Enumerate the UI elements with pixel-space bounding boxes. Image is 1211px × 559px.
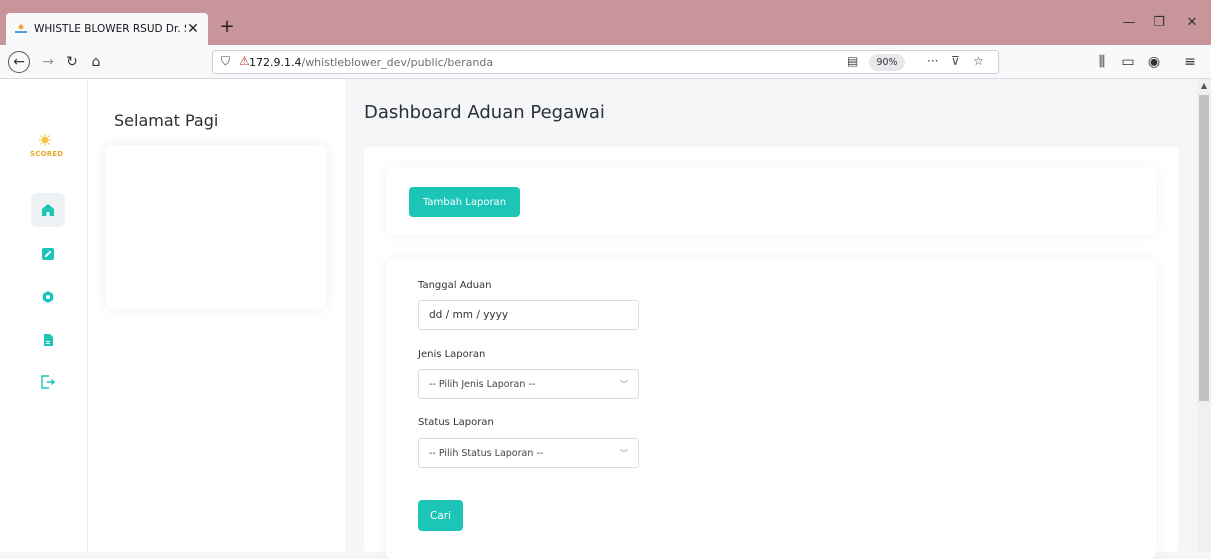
pocket-icon[interactable]: ⊽ [951, 54, 960, 68]
edit-icon [42, 248, 54, 260]
back-icon[interactable]: ← [8, 51, 30, 73]
report-status-select[interactable]: -- Pilih Status Laporan -- ﹀ [418, 438, 639, 468]
insecure-lock-icon[interactable]: ⚠ [239, 54, 250, 68]
date-placeholder: dd / mm / yyyy [429, 309, 509, 321]
browser-tab[interactable]: WHISTLE BLOWER RSUD Dr. So ✕ [6, 13, 208, 45]
main-card: Tambah Laporan Tanggal Aduan dd / mm / y… [364, 147, 1178, 559]
close-window-icon[interactable]: ✕ [1177, 15, 1207, 30]
reload-icon[interactable]: ↻ [60, 50, 84, 74]
restore-icon[interactable]: ❐ [1144, 15, 1174, 30]
chevron-down-icon: ﹀ [620, 449, 628, 458]
shield-icon[interactable]: ⛉ [221, 54, 230, 69]
report-type-value: -- Pilih Jenis Laporan -- [429, 378, 536, 390]
sidebar-item-report[interactable] [31, 323, 65, 357]
sidebar-item-logout[interactable] [31, 365, 65, 399]
minimize-icon[interactable]: — [1114, 15, 1144, 30]
report-type-label: Jenis Laporan [418, 349, 486, 360]
browser-navbar: ← → ↻ ⌂ ⛉ ⚠ 172.9.1.4/whistleblower_dev/… [0, 45, 1211, 79]
menu-icon[interactable]: ≡ [1178, 50, 1202, 74]
sidebar-toggle-icon[interactable]: ▭ [1116, 50, 1140, 74]
forward-icon[interactable]: → [36, 50, 60, 74]
url-bar[interactable]: ⛉ ⚠ 172.9.1.4/whistleblower_dev/public/b… [212, 50, 999, 74]
date-input[interactable]: dd / mm / yyyy [418, 300, 639, 330]
add-report-button[interactable]: Tambah Laporan [409, 187, 520, 217]
report-status-label: Status Laporan [418, 417, 494, 428]
page-scrollbar[interactable]: ▲ [1197, 79, 1211, 552]
greeting-card [105, 145, 327, 309]
date-label: Tanggal Aduan [418, 280, 492, 291]
chevron-down-icon: ﹀ [620, 380, 628, 389]
url-host: 172.9.1.4 [249, 55, 302, 69]
tab-title: WHISTLE BLOWER RSUD Dr. So [34, 23, 186, 35]
more-actions-icon[interactable]: ··· [927, 54, 938, 68]
new-tab-icon[interactable]: + [217, 17, 237, 37]
hexagon-icon [42, 291, 54, 303]
home-icon [42, 204, 54, 216]
page-title: Dashboard Aduan Pegawai [364, 102, 605, 123]
browser-tabbar: WHISTLE BLOWER RSUD Dr. So ✕ + — ❐ ✕ [0, 0, 1211, 45]
greeting-title: Selamat Pagi [114, 111, 219, 130]
search-button[interactable]: Cari [418, 500, 463, 531]
report-type-select[interactable]: -- Pilih Jenis Laporan -- ﹀ [418, 369, 639, 399]
favicon-icon [14, 22, 28, 36]
sidebar-item-edit[interactable] [31, 237, 65, 271]
reader-view-icon[interactable]: ▤ [847, 54, 858, 68]
zoom-badge[interactable]: 90% [869, 54, 905, 71]
bookmark-star-icon[interactable]: ☆ [973, 54, 984, 68]
filter-card: Tanggal Aduan dd / mm / yyyy Jenis Lapor… [386, 259, 1156, 559]
document-icon [44, 334, 53, 346]
sun-logo-icon [39, 134, 51, 146]
icon-sidebar: SCORED [0, 79, 88, 552]
logo-text: SCORED [30, 150, 64, 158]
scored-logo[interactable]: SCORED [30, 131, 63, 158]
action-card: Tambah Laporan [386, 167, 1156, 235]
greeting-panel: Selamat Pagi [88, 79, 345, 552]
sidebar-item-home[interactable] [31, 193, 65, 227]
scroll-thumb[interactable] [1199, 95, 1209, 401]
page-content: SCORED Selamat Pagi Dashboard Aduan Pega… [0, 79, 1197, 559]
report-status-value: -- Pilih Status Laporan -- [429, 447, 544, 459]
library-icon[interactable]: ⫼ [1090, 50, 1114, 74]
logout-icon [41, 375, 55, 389]
scroll-up-icon[interactable]: ▲ [1199, 81, 1209, 91]
sidebar-item-settings[interactable] [31, 280, 65, 314]
close-tab-icon[interactable]: ✕ [186, 21, 200, 37]
url-path: /whistleblower_dev/public/beranda [301, 55, 494, 69]
account-icon[interactable]: ◉ [1142, 50, 1166, 74]
home-icon[interactable]: ⌂ [84, 50, 108, 74]
